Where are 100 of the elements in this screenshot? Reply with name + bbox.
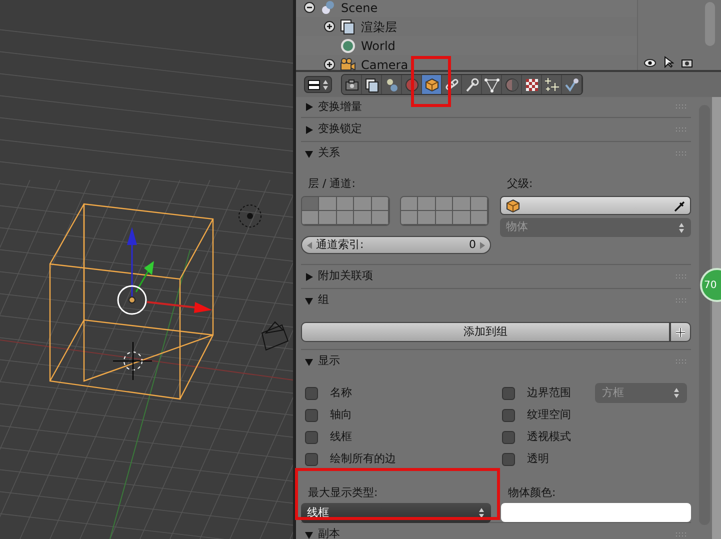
outliner-item[interactable]: Scene [341, 0, 378, 16]
layer-toggle[interactable] [418, 211, 436, 225]
layer-toggle[interactable] [418, 197, 436, 211]
add-button[interactable] [670, 322, 691, 342]
collapsed-caret-icon[interactable] [305, 126, 313, 134]
expanded-caret-icon[interactable] [305, 358, 313, 366]
layer-toggle[interactable] [470, 197, 488, 211]
properties-tab[interactable] [562, 75, 582, 94]
layer-toggle[interactable] [453, 197, 471, 211]
layer-toggle[interactable] [354, 211, 372, 225]
layer-toggle[interactable] [470, 211, 488, 225]
pass-index-field[interactable]: 通道索引: 0 [301, 236, 491, 254]
properties-tab[interactable] [542, 75, 562, 94]
properties-tab[interactable] [522, 75, 542, 94]
expand-icon[interactable] [324, 59, 335, 70]
properties-tab[interactable] [342, 75, 362, 94]
camera-icon[interactable] [681, 57, 693, 68]
object-color-label: 物体颜色: [508, 485, 557, 500]
properties-tab[interactable] [422, 75, 442, 94]
up-down-arrows-icon [673, 387, 680, 399]
layer-toggle[interactable] [319, 211, 337, 225]
panel-title[interactable]: 变换锁定 [318, 121, 362, 138]
increment-arrow-icon[interactable] [480, 242, 485, 248]
layer-toggle[interactable] [401, 197, 418, 211]
camera-icon [344, 76, 360, 92]
checkbox[interactable] [502, 452, 515, 466]
parent-type-dropdown[interactable]: 物体 [500, 218, 691, 237]
checkbox-label: 轴向 [330, 406, 352, 423]
grip-icon[interactable] [675, 530, 687, 538]
outliner-item[interactable]: Camera [361, 56, 408, 70]
checkbox-label: 边界范围 [527, 384, 571, 401]
panel-title[interactable]: 关系 [318, 145, 340, 162]
triangle-vertices-icon [484, 76, 500, 92]
grip-icon[interactable] [675, 358, 687, 366]
properties-tab[interactable] [382, 75, 402, 94]
collapsed-caret-icon[interactable] [305, 272, 313, 280]
checkbox[interactable] [502, 408, 515, 422]
expanded-caret-icon[interactable] [305, 150, 313, 158]
layer-toggle[interactable] [453, 211, 471, 225]
expanded-caret-icon[interactable] [305, 530, 313, 538]
layer-toggle[interactable] [319, 197, 337, 211]
layer-toggle[interactable] [436, 211, 454, 225]
up-down-arrows-icon [322, 78, 328, 90]
checkbox[interactable] [305, 452, 318, 466]
plus-icon [675, 326, 686, 338]
collapsed-caret-icon[interactable] [305, 103, 313, 111]
cube-icon [424, 76, 440, 92]
layer-toggle[interactable] [372, 197, 389, 211]
checkbox-label: 名称 [330, 384, 352, 401]
max-draw-type-label: 最大显示类型: [308, 485, 379, 500]
layer-toggle[interactable] [436, 197, 454, 211]
expanded-caret-icon[interactable] [305, 296, 313, 304]
checkbox[interactable] [305, 386, 318, 400]
up-down-arrows-icon [678, 222, 685, 234]
properties-tab[interactable] [462, 75, 482, 94]
properties-tab[interactable] [482, 75, 502, 94]
layer-toggle[interactable] [302, 197, 320, 211]
checkbox[interactable] [502, 386, 515, 400]
layer-toggle[interactable] [336, 211, 354, 225]
parent-field[interactable] [500, 196, 691, 215]
grip-icon[interactable] [675, 296, 687, 304]
checkbox[interactable] [502, 430, 515, 444]
editor-type-button[interactable] [304, 76, 332, 93]
panel-title[interactable]: 附加关联项 [318, 268, 373, 285]
checkbox-label: 透视模式 [527, 428, 571, 445]
checkbox[interactable] [305, 408, 318, 422]
grip-icon[interactable] [675, 126, 687, 134]
layer-toggle[interactable] [336, 197, 354, 211]
layer-toggle[interactable] [302, 211, 320, 225]
shapes-icon [320, 0, 336, 16]
panel-title[interactable]: 显示 [318, 353, 340, 370]
color-swatch[interactable] [501, 503, 691, 522]
outliner-item[interactable]: 渲染层 [361, 18, 397, 36]
cube-icon [505, 198, 521, 214]
cursor-icon[interactable] [664, 56, 674, 68]
decrement-arrow-icon[interactable] [307, 242, 312, 248]
grip-icon[interactable] [675, 150, 687, 158]
eyedropper-icon[interactable] [674, 200, 686, 212]
expand-icon[interactable] [324, 21, 335, 32]
checkbox-label: 线框 [330, 428, 352, 445]
panel-title[interactable]: 变换增量 [318, 98, 362, 116]
collapse-icon[interactable] [304, 2, 315, 13]
panel-title[interactable]: 副本 [318, 526, 340, 539]
checker-icon [524, 76, 540, 92]
grip-icon[interactable] [675, 272, 687, 280]
image-stack-icon [364, 76, 380, 92]
scrollbar[interactable] [705, 2, 715, 46]
panel-title[interactable]: 组 [318, 292, 329, 309]
eye-icon[interactable] [644, 58, 656, 68]
layer-toggle[interactable] [372, 211, 389, 225]
layer-toggle[interactable] [401, 211, 418, 225]
grip-icon[interactable] [675, 103, 687, 111]
checkbox[interactable] [305, 430, 318, 444]
layer-toggle[interactable] [354, 197, 372, 211]
checkbox-label: 透明 [527, 450, 549, 467]
chain-link-icon [444, 76, 460, 92]
orbit-check-icon [564, 76, 580, 92]
properties-tab[interactable] [362, 75, 382, 94]
add-to-group-button[interactable]: 添加到组 [301, 322, 670, 342]
outliner-item[interactable]: World [361, 36, 396, 54]
